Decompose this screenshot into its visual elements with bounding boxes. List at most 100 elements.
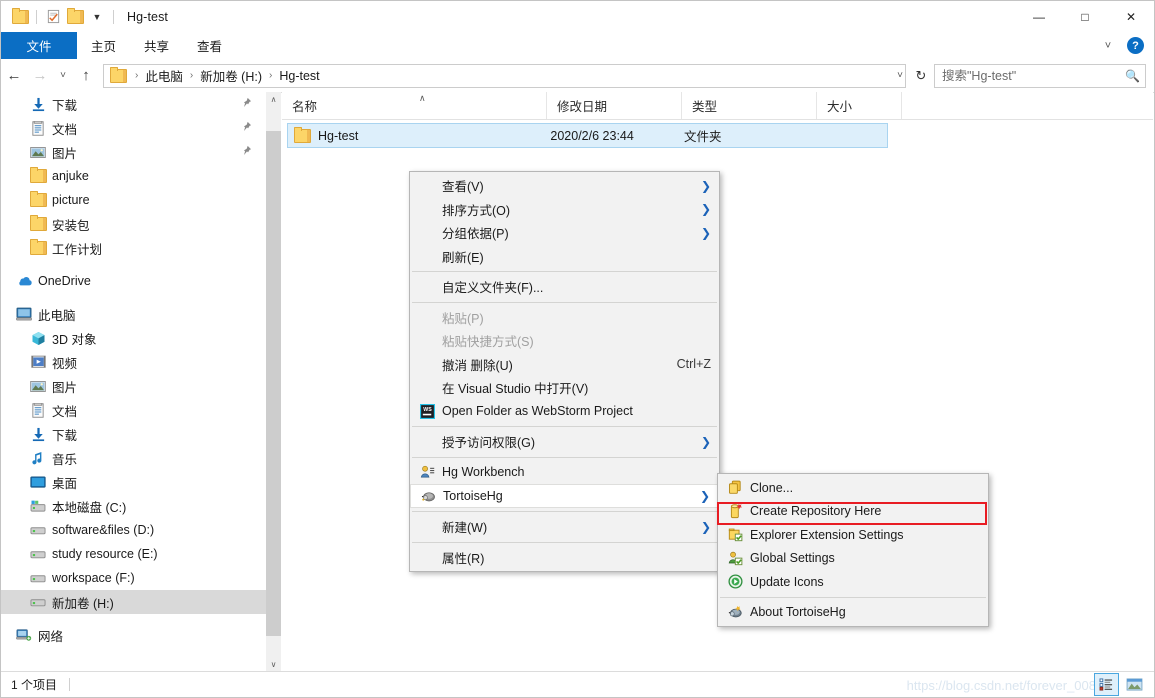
menu-item-tortoisehg[interactable]: TortoiseHg ❯ (410, 484, 719, 508)
breadcrumb-item-hg-test[interactable]: Hg-test (277, 69, 321, 83)
sidebar-item-[interactable]: 视频 (1, 350, 266, 374)
submenu-item-update-icons[interactable]: Update Icons (718, 570, 988, 594)
pin-icon[interactable] (241, 97, 252, 111)
menu-item-粘贴: 粘贴(P) (410, 306, 719, 330)
menu-item-撤消-删除[interactable]: 撤消 删除(U) Ctrl+Z (410, 353, 719, 377)
menu-separator (720, 596, 986, 598)
submenu-item-global-settings[interactable]: Global Settings (718, 547, 988, 571)
pin-icon[interactable] (241, 145, 252, 159)
menu-item-open-folder-as-webstorm-project[interactable]: WS Open Folder as WebStorm Project (410, 400, 719, 424)
tab-file[interactable]: 文件 (1, 32, 77, 59)
sidebar-item-[interactable]: 下载 (1, 422, 266, 446)
drive-icon (29, 521, 47, 539)
help-icon[interactable]: ? (1127, 37, 1144, 54)
title-bar: ▼ Hg-test — □ ✕ (1, 1, 1154, 32)
tab-share[interactable]: 共享 (130, 32, 183, 59)
submenu-item-create-repository-here[interactable]: Create Repository Here (718, 500, 988, 524)
menu-item-label: Create Repository Here (750, 504, 882, 519)
sidebar-item-[interactable]: 音乐 (1, 446, 266, 470)
close-button[interactable]: ✕ (1108, 1, 1154, 32)
scroll-up-icon[interactable]: ∧ (266, 92, 281, 107)
refresh-button[interactable]: ↻ (908, 65, 934, 87)
menu-item-自定义文件夹[interactable]: 自定义文件夹(F)... (410, 275, 719, 299)
menu-item-label: 撤消 删除(U) (442, 358, 513, 373)
forward-button[interactable]: → (27, 63, 53, 89)
breadcrumb-item-volume-h[interactable]: 新加卷 (H:) (198, 66, 264, 85)
sidebar-item-label: 文档 (52, 122, 78, 137)
sidebar-item-c[interactable]: 本地磁盘 (C:) (1, 494, 266, 518)
tab-home[interactable]: 主页 (77, 32, 130, 59)
large-icons-view-icon[interactable] (1123, 674, 1146, 695)
menu-item-分组依据[interactable]: 分组依据(P) ❯ (410, 221, 719, 245)
sidebar-item-[interactable]: 图片 (1, 374, 266, 398)
sidebar-item-[interactable]: 文档 (1, 398, 266, 422)
tab-view[interactable]: 查看 (183, 32, 236, 59)
sidebar-item-[interactable]: 网络 (1, 623, 266, 647)
details-view-icon[interactable] (1094, 673, 1119, 696)
sidebar-item-anjuke[interactable]: anjuke (1, 164, 266, 188)
sidebar-item-study-resource-e[interactable]: study resource (E:) (1, 542, 266, 566)
breadcrumb-item-this-pc[interactable]: 此电脑 (143, 66, 185, 85)
new-folder-icon[interactable] (64, 6, 86, 28)
menu-item-查看[interactable]: 查看(V) ❯ (410, 174, 719, 198)
menu-item-在-visual-studio-中打开[interactable]: 在 Visual Studio 中打开(V) (410, 376, 719, 400)
recent-locations-button[interactable]: ˅ (53, 63, 73, 89)
sidebar-item-onedrive[interactable]: OneDrive (1, 269, 266, 293)
menu-item-no-icon (416, 200, 438, 218)
breadcrumb[interactable]: › 此电脑 › 新加卷 (H:) › Hg-test ˅ (103, 63, 906, 88)
sidebar-item-[interactable]: 桌面 (1, 470, 266, 494)
column-header-name[interactable]: 名称 (282, 92, 547, 119)
scroll-down-icon[interactable]: ∨ (266, 657, 281, 672)
chevron-down-icon[interactable]: ▼ (86, 6, 108, 28)
back-button[interactable]: ← (1, 63, 27, 89)
sidebar-item-h[interactable]: 新加卷 (H:) (1, 590, 266, 614)
search-icon[interactable]: 🔍 (1125, 69, 1140, 83)
menu-item-no-icon (416, 224, 438, 242)
menu-item-no-icon (416, 278, 438, 296)
column-header-type[interactable]: 类型 (682, 92, 817, 119)
chevron-right-icon: ❯ (700, 202, 711, 217)
sidebar-item-[interactable]: 文档 (1, 116, 266, 140)
column-header-modified[interactable]: 修改日期 (547, 92, 682, 119)
maximize-button[interactable]: □ (1062, 1, 1108, 32)
menu-item-排序方式[interactable]: 排序方式(O) ❯ (410, 198, 719, 222)
menu-item-刷新[interactable]: 刷新(E) (410, 245, 719, 269)
folder-icon[interactable] (9, 6, 31, 28)
sidebar-item-[interactable]: 图片 (1, 140, 266, 164)
menu-item-label: Clone... (750, 480, 794, 495)
sidebar-scrollbar-thumb[interactable] (266, 131, 281, 636)
search-input[interactable] (940, 67, 1122, 84)
chevron-right-icon: ❯ (700, 519, 711, 534)
properties-icon[interactable] (42, 6, 64, 28)
up-button[interactable]: ↑ (73, 63, 99, 89)
minimize-button[interactable]: — (1016, 1, 1062, 32)
sidebar-item-[interactable]: 此电脑 (1, 302, 266, 326)
about-icon (724, 603, 746, 621)
sidebar-item-label: study resource (E:) (52, 547, 158, 561)
chevron-down-icon[interactable]: ˅ (1099, 40, 1117, 52)
search-box[interactable]: 🔍 (934, 63, 1146, 88)
menu-item-属性[interactable]: 属性(R) (410, 546, 719, 570)
menu-item-label: 新建(W) (442, 521, 488, 536)
sidebar-item-[interactable]: 工作计划 (1, 236, 266, 260)
menu-item-新建[interactable]: 新建(W) ❯ (410, 515, 719, 539)
submenu-item-explorer-extension-settings[interactable]: Explorer Extension Settings (718, 523, 988, 547)
pin-icon[interactable] (241, 121, 252, 135)
submenu-item-about-tortoisehg[interactable]: About TortoiseHg (718, 601, 988, 625)
submenu-item-clone[interactable]: Clone... (718, 476, 988, 500)
breadcrumb-dropdown[interactable]: ˅ (897, 70, 903, 81)
table-row[interactable]: Hg-test 2020/2/6 23:44 文件夹 (287, 123, 888, 148)
sidebar-item-picture[interactable]: picture (1, 188, 266, 212)
menu-item-授予访问权限[interactable]: 授予访问权限(G) ❯ (410, 430, 719, 454)
sidebar-item-workspace-f[interactable]: workspace (F:) (1, 566, 266, 590)
menu-item-hg-workbench[interactable]: Hg Workbench (410, 461, 719, 485)
sidebar-item-[interactable]: 安装包 (1, 212, 266, 236)
sidebar-item-software-files-d[interactable]: software&files (D:) (1, 518, 266, 542)
sidebar-item-label: 视频 (52, 356, 78, 371)
menu-item-label: TortoiseHg (443, 489, 503, 503)
sidebar-item-3d[interactable]: 3D 对象 (1, 326, 266, 350)
menu-separator (412, 511, 717, 512)
sidebar-item-[interactable]: 下载 (1, 92, 266, 116)
column-header-size[interactable]: 大小 (817, 92, 902, 119)
